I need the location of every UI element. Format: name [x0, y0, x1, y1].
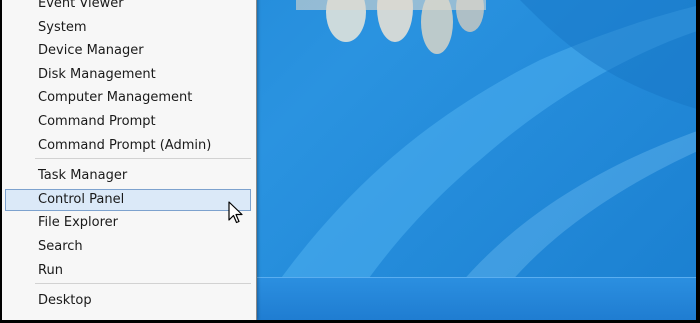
menu-item-desktop[interactable]: Desktop [5, 290, 251, 312]
menu-item-computer-management[interactable]: Computer Management [5, 87, 251, 109]
mouse-pointer-icon [228, 201, 243, 224]
menu-item-task-manager[interactable]: Task Manager [5, 165, 251, 187]
menu-item-file-explorer[interactable]: File Explorer [5, 212, 251, 234]
screen-edge-left [0, 0, 2, 323]
menu-separator [35, 283, 251, 284]
power-user-menu: Event Viewer System Device Manager Disk Man… [2, 0, 257, 320]
menu-item-device-manager[interactable]: Device Manager [5, 40, 251, 62]
menu-item-disk-management[interactable]: Disk Management [5, 64, 251, 86]
menu-separator [35, 158, 251, 159]
menu-item-command-prompt[interactable]: Command Prompt [5, 111, 251, 133]
screen: Event Viewer System Device Manager Disk Man… [0, 0, 700, 323]
menu-item-run[interactable]: Run [5, 260, 251, 282]
menu-item-system[interactable]: System [5, 17, 251, 39]
screen-edge-right [696, 0, 700, 323]
menu-item-command-prompt-admin[interactable]: Command Prompt (Admin) [5, 135, 251, 157]
menu-item-event-viewer[interactable]: Event Viewer [5, 0, 251, 15]
menu-item-control-panel[interactable]: Control Panel [5, 189, 251, 211]
menu-item-search[interactable]: Search [5, 236, 251, 258]
